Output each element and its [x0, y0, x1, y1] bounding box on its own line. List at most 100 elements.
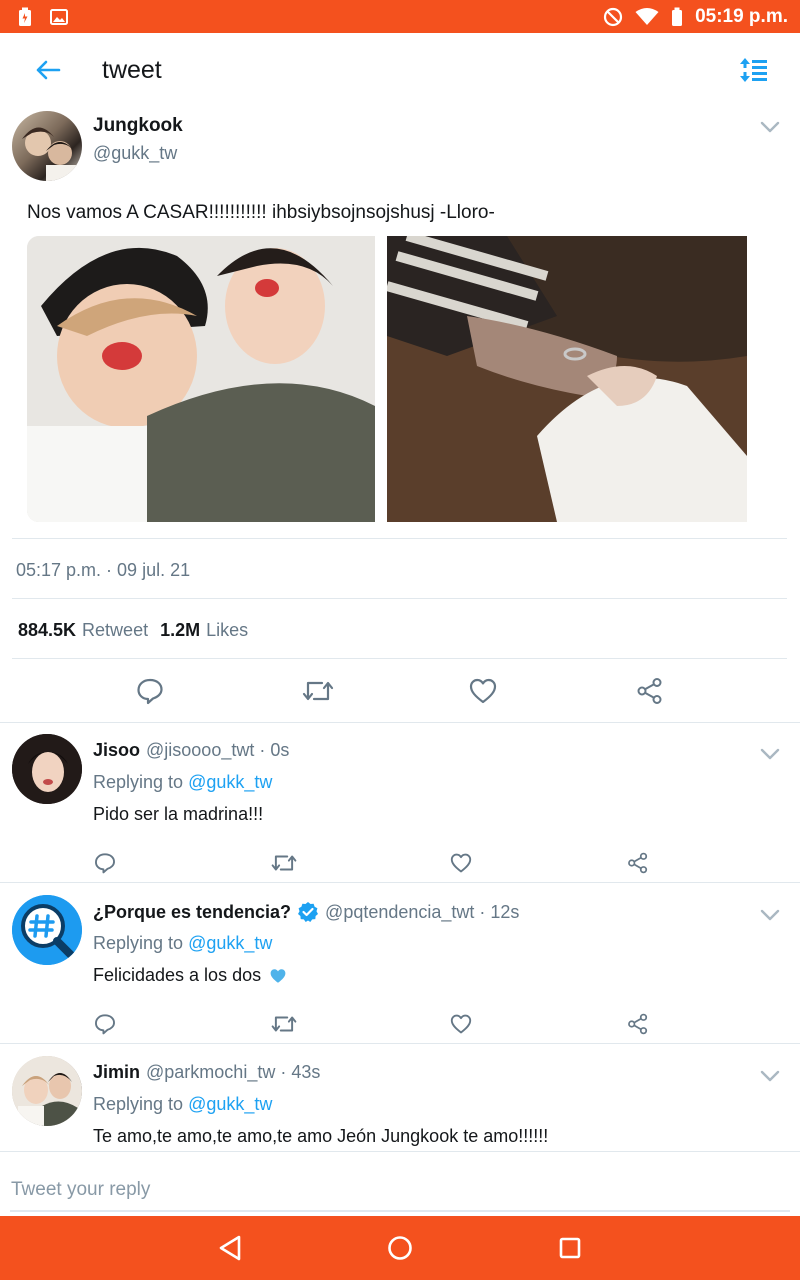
chevron-down-icon[interactable]	[758, 903, 782, 927]
reply-input[interactable]	[0, 1174, 790, 1206]
avatar-photo	[12, 734, 82, 804]
reply-icon	[95, 853, 115, 874]
replying-to-label: Replying to	[93, 772, 184, 792]
divider	[12, 598, 787, 599]
battery-icon	[671, 7, 683, 27]
reply-button[interactable]	[88, 1007, 122, 1041]
retweet-icon	[271, 855, 297, 871]
replying-to: Replying to @gukk_tw	[93, 1094, 272, 1115]
tweet-author: Jungkook @gukk_tw	[0, 107, 800, 183]
avatar[interactable]	[12, 895, 82, 965]
reply-tweet[interactable]: ¿Porque es tendencia? @pqtendencia_twt ·…	[0, 883, 800, 1044]
input-underline	[10, 1210, 790, 1212]
reply-header: ¿Porque es tendencia? @pqtendencia_twt ·…	[93, 901, 519, 923]
reply-author-name[interactable]: Jimin	[93, 1062, 140, 1083]
reply-text: Pido ser la madrina!!!	[93, 804, 263, 825]
share-button[interactable]	[621, 846, 655, 880]
replying-to: Replying to @gukk_tw	[93, 772, 272, 793]
reply-composer	[0, 1151, 800, 1216]
tweet-stats: 884.5K Retweet 1.2M Likes	[18, 620, 254, 641]
back-button[interactable]	[24, 46, 72, 94]
tweet-timestamp: 05:17 p.m. · 09 jul. 21	[16, 560, 191, 580]
like-button[interactable]	[444, 1007, 478, 1041]
heart-icon	[469, 678, 497, 704]
tweet-media	[27, 236, 787, 522]
like-button[interactable]	[444, 846, 478, 880]
main-tweet: Jungkook @gukk_tw Nos vamos A CASAR!!!!!…	[0, 107, 800, 223]
mention-link[interactable]: @gukk_tw	[188, 772, 272, 792]
verified-badge-icon	[298, 902, 319, 922]
share-button[interactable]	[630, 671, 670, 711]
navigation-bar	[0, 1216, 800, 1280]
mention-link[interactable]: @gukk_tw	[188, 1094, 272, 1114]
reply-text-content: Felicidades a los dos	[93, 965, 262, 985]
share-icon	[628, 852, 648, 874]
reply-icon	[95, 1014, 115, 1035]
nav-back-button[interactable]	[212, 1230, 248, 1266]
avatar-photo	[12, 895, 82, 965]
reply-tweet[interactable]: Jimin @parkmochi_tw · 43s Replying to @g…	[0, 1044, 800, 1151]
page-title: tweet	[102, 55, 162, 84]
retweet-label[interactable]: Retweet	[82, 620, 148, 641]
reply-text: Felicidades a los dos	[93, 965, 287, 986]
do-not-disturb-icon	[603, 7, 623, 27]
author-handle[interactable]: @gukk_tw	[93, 143, 177, 164]
like-label[interactable]: Likes	[206, 620, 248, 641]
reply-handle-time[interactable]: @jisoooo_twt · 0s	[146, 740, 289, 761]
heart-icon	[450, 853, 472, 873]
replying-to: Replying to @gukk_tw	[93, 933, 272, 954]
reply-button[interactable]	[130, 671, 170, 711]
avatar-photo	[12, 1056, 82, 1126]
reply-handle-time[interactable]: @parkmochi_tw · 43s	[146, 1062, 320, 1083]
image-notification-icon	[50, 8, 68, 25]
reply-author-name[interactable]: Jisoo	[93, 740, 140, 761]
nav-recents-button[interactable]	[552, 1230, 588, 1266]
retweet-button[interactable]	[267, 846, 301, 880]
avatar[interactable]	[12, 111, 82, 181]
reply-text-content: Pido ser la madrina!!!	[93, 804, 264, 824]
retweet-button[interactable]	[267, 1007, 301, 1041]
reply-icon	[137, 678, 163, 705]
nav-home-button[interactable]	[382, 1230, 418, 1266]
battery-charging-icon	[18, 7, 32, 27]
chevron-down-icon[interactable]	[758, 1064, 782, 1088]
blue-heart-icon	[270, 968, 286, 983]
chevron-down-icon[interactable]	[758, 115, 782, 139]
status-time: 05:19 p.m.	[695, 5, 788, 27]
reply-header: Jimin @parkmochi_tw · 43s	[93, 1062, 320, 1083]
wifi-icon	[635, 7, 659, 26]
media-photo-2[interactable]	[387, 236, 747, 522]
like-count[interactable]: 1.2M	[160, 620, 200, 641]
like-button[interactable]	[463, 671, 503, 711]
retweet-icon	[302, 681, 334, 701]
reply-button[interactable]	[88, 846, 122, 880]
divider	[12, 538, 787, 539]
nav-recents-icon	[559, 1237, 581, 1259]
reply-handle-time[interactable]: @pqtendencia_twt · 12s	[325, 902, 519, 923]
tweet-actions	[0, 660, 800, 722]
reply-tweet[interactable]: Jisoo @jisoooo_twt · 0s Replying to @guk…	[0, 722, 800, 883]
avatar[interactable]	[12, 1056, 82, 1126]
retweet-icon	[271, 1016, 297, 1032]
status-bar: 05:19 p.m.	[0, 0, 800, 33]
replying-to-label: Replying to	[93, 933, 184, 953]
mention-link[interactable]: @gukk_tw	[188, 933, 272, 953]
divider	[12, 658, 787, 659]
retweet-button[interactable]	[298, 671, 338, 711]
avatar[interactable]	[12, 734, 82, 804]
nav-back-icon	[219, 1235, 241, 1261]
tweet-text: Nos vamos A CASAR!!!!!!!!!!! ihbsiybsojn…	[27, 202, 495, 223]
heart-icon	[450, 1014, 472, 1034]
retweet-count[interactable]: 884.5K	[18, 620, 76, 641]
media-photo-1[interactable]	[27, 236, 375, 522]
reply-author-name[interactable]: ¿Porque es tendencia?	[93, 902, 291, 923]
chevron-down-icon[interactable]	[758, 742, 782, 766]
sort-button[interactable]	[734, 50, 774, 90]
share-icon	[628, 1013, 648, 1035]
reply-text: Te amo,te amo,te amo,te amo Jeón Jungkoo…	[93, 1126, 548, 1147]
author-name[interactable]: Jungkook	[93, 115, 183, 137]
share-icon	[637, 678, 662, 704]
app-header: tweet	[0, 33, 800, 107]
sort-icon	[740, 58, 767, 82]
share-button[interactable]	[621, 1007, 655, 1041]
